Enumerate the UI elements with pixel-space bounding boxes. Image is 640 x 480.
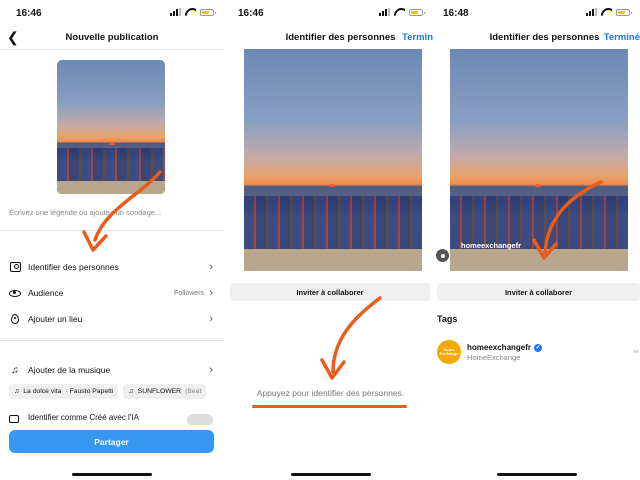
annotation-arrow	[532, 180, 603, 260]
screen-tag-people-empty: 16:46 Identifier des personnes Termin In…	[228, 0, 433, 480]
screen-new-post: 16:46 ❮ Nouvelle publication Écrivez une…	[0, 0, 224, 480]
annotation-arrow	[320, 296, 382, 380]
screen-tag-people-tagged: 16:48 Identifier des personnes Terminé h…	[433, 0, 640, 480]
annotation-arrow	[82, 170, 162, 252]
